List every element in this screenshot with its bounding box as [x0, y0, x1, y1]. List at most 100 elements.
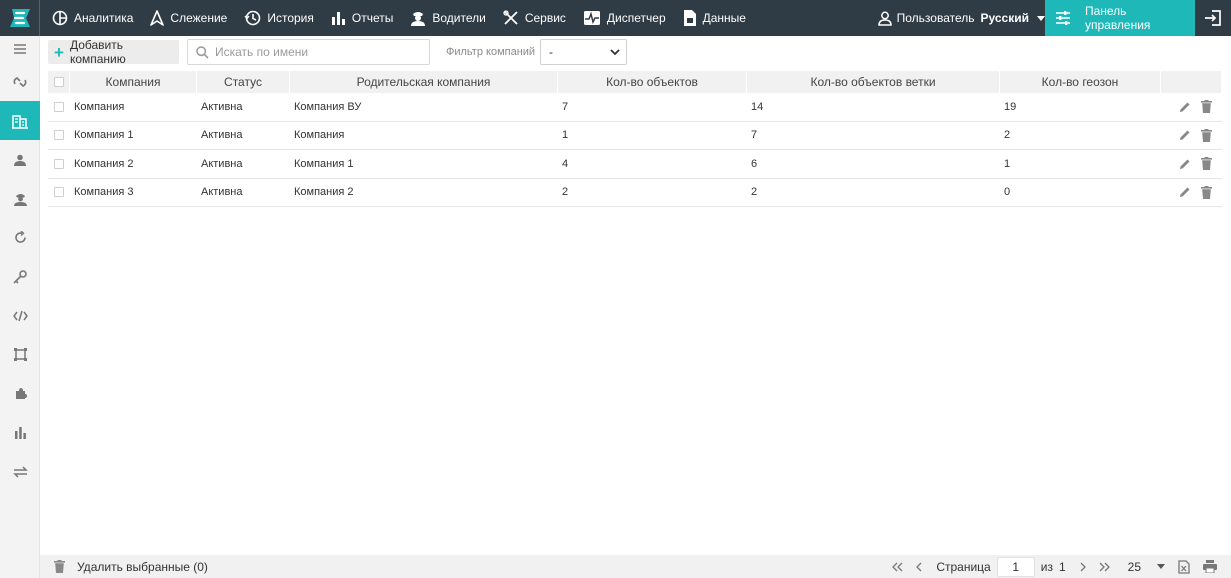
- sidebar-item-api[interactable]: [0, 296, 40, 335]
- last-page-button[interactable]: [1096, 557, 1114, 577]
- table-footer: Удалить выбранные (0) Страница из 1 25: [40, 555, 1231, 578]
- col-status[interactable]: Статус: [197, 71, 290, 93]
- search-input[interactable]: [215, 45, 415, 59]
- geofence-icon: [13, 348, 27, 361]
- prev-page-button[interactable]: [910, 557, 928, 577]
- company-filter-select[interactable]: -: [540, 39, 627, 65]
- sidebar-item-geofences[interactable]: [0, 335, 40, 374]
- sidebar: [0, 36, 40, 578]
- nav-history-label: История: [267, 11, 314, 25]
- table-row[interactable]: Компания 1 Активна Компания 1 7 2: [48, 122, 1222, 150]
- export-excel-button[interactable]: [1175, 557, 1193, 577]
- pagination: Страница из 1 25: [886, 555, 1221, 578]
- row-actions: [1161, 128, 1222, 142]
- col-objects-count[interactable]: Кол-во объектов: [558, 71, 747, 93]
- sliders-icon: [1055, 11, 1070, 25]
- cell-status: Активна: [201, 157, 243, 170]
- code-icon: [12, 310, 28, 321]
- double-chevron-left-icon: [892, 562, 903, 571]
- table-row[interactable]: Компания Активна Компания ВУ 7 14 19: [48, 93, 1222, 122]
- app-logo[interactable]: [0, 0, 40, 36]
- delete-icon[interactable]: [1201, 157, 1212, 171]
- row-checkbox[interactable]: [54, 130, 64, 141]
- chevron-right-icon: [1080, 562, 1086, 571]
- sidebar-item-statistics[interactable]: [0, 413, 40, 452]
- row-checkbox[interactable]: [54, 101, 64, 112]
- select-all-cell: [48, 71, 70, 93]
- nav-tracking[interactable]: Слежение: [150, 10, 227, 26]
- nav-data-label: Данные: [702, 11, 746, 25]
- chevron-down-icon: [1037, 15, 1045, 21]
- sidebar-item-links[interactable]: [0, 62, 40, 101]
- sidebar-item-sync[interactable]: [0, 218, 40, 257]
- first-page-button[interactable]: [888, 557, 906, 577]
- nav-dispatcher[interactable]: Диспетчер: [583, 10, 666, 26]
- sidebar-item-companies[interactable]: [0, 101, 40, 140]
- sidebar-item-transfer[interactable]: [0, 452, 40, 491]
- cell-objects-count: 7: [562, 100, 569, 113]
- main-nav: Аналитика Слежение История Отчеты Водите…: [52, 0, 763, 36]
- edit-icon[interactable]: [1179, 101, 1191, 113]
- logout-icon: [1205, 10, 1221, 26]
- nav-drivers[interactable]: Водители: [410, 9, 486, 27]
- user-label: Пользователь: [896, 11, 975, 25]
- row-actions: [1161, 185, 1222, 199]
- cell-company: Компания 3: [74, 186, 134, 199]
- col-company[interactable]: Компания: [70, 71, 197, 93]
- logout-button[interactable]: [1195, 0, 1231, 36]
- company-filter-value: -: [549, 45, 553, 59]
- cell-geofences-count: 2: [1004, 129, 1011, 142]
- delete-icon[interactable]: [1201, 128, 1212, 142]
- service-icon: [503, 10, 518, 25]
- edit-icon[interactable]: [1179, 129, 1191, 141]
- nav-data[interactable]: Данные: [683, 9, 746, 27]
- delete-selected-button[interactable]: Удалить выбранные (0): [54, 560, 208, 574]
- cell-parent-company: Компания: [294, 129, 345, 142]
- page-label: Страница: [936, 559, 991, 574]
- next-page-button[interactable]: [1074, 557, 1092, 577]
- delete-icon[interactable]: [1201, 100, 1212, 114]
- sidebar-item-sensors[interactable]: [0, 374, 40, 413]
- table-row[interactable]: Компания 2 Активна Компания 1 4 6 1: [48, 150, 1222, 179]
- sidebar-item-keys[interactable]: [0, 257, 40, 296]
- add-company-button[interactable]: + Добавить компанию: [48, 38, 179, 66]
- col-branch-objects-count[interactable]: Кол-во объектов ветки: [747, 71, 1000, 93]
- cell-branch-objects-count: 14: [751, 100, 764, 113]
- control-panel-button[interactable]: Панель управления: [1045, 0, 1195, 36]
- table-row[interactable]: Компания 3 Активна Компания 2 2 2 0: [48, 179, 1222, 207]
- col-parent-company[interactable]: Родительская компания: [290, 71, 558, 93]
- nav-tracking-label: Слежение: [170, 11, 228, 25]
- control-panel-label: Панель управления: [1084, 4, 1151, 32]
- user-icon: [877, 11, 892, 26]
- language-selector[interactable]: Русский: [981, 11, 1030, 25]
- page-number-input[interactable]: [996, 556, 1035, 577]
- nav-reports[interactable]: Отчеты: [331, 11, 393, 26]
- row-checkbox[interactable]: [54, 187, 64, 198]
- per-page-select[interactable]: 25: [1128, 560, 1165, 574]
- sidebar-item-users[interactable]: [0, 140, 40, 179]
- nav-drivers-label: Водители: [432, 11, 486, 25]
- cell-status: Активна: [201, 186, 243, 199]
- nav-history[interactable]: История: [244, 10, 314, 26]
- cell-geofences-count: 19: [1004, 100, 1017, 113]
- nav-analytics[interactable]: Аналитика: [52, 10, 133, 26]
- table-body: Компания Активна Компания ВУ 7 14 19 Ком…: [48, 93, 1222, 207]
- logo-icon: [9, 9, 30, 27]
- print-button[interactable]: [1201, 557, 1219, 577]
- user-menu[interactable]: Пользователь Русский: [877, 0, 1045, 36]
- sidebar-item-drivers[interactable]: [0, 179, 40, 218]
- swap-icon: [12, 465, 28, 478]
- data-icon: [683, 10, 696, 26]
- edit-icon[interactable]: [1179, 186, 1191, 198]
- cell-company: Компания 1: [74, 129, 134, 142]
- col-geofences-count[interactable]: Кол-во геозон: [1000, 71, 1161, 93]
- driver-icon: [13, 193, 27, 206]
- nav-service[interactable]: Сервис: [503, 10, 566, 26]
- row-checkbox[interactable]: [54, 158, 64, 169]
- edit-icon[interactable]: [1179, 158, 1191, 170]
- sidebar-menu-toggle[interactable]: [0, 36, 40, 62]
- delete-icon[interactable]: [1201, 185, 1212, 199]
- trash-icon: [54, 560, 65, 573]
- link-icon: [13, 76, 27, 87]
- select-all-checkbox[interactable]: [53, 77, 64, 87]
